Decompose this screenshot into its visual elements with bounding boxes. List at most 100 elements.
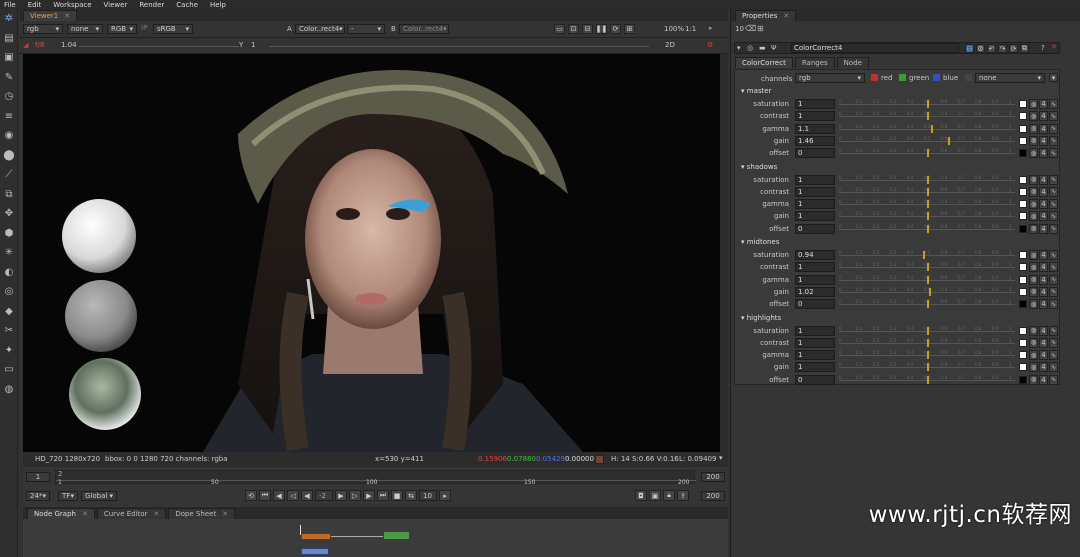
- channel-count-button[interactable]: 4: [1039, 186, 1048, 197]
- prev-key-icon[interactable]: ◀: [273, 490, 285, 501]
- step-field[interactable]: 10: [419, 490, 437, 501]
- revert-icon[interactable]: ⟳: [1009, 44, 1018, 53]
- channel-count-button[interactable]: 4: [1039, 199, 1048, 210]
- color-swatch[interactable]: [1019, 275, 1027, 284]
- help-icon[interactable]: ?: [1041, 44, 1045, 52]
- channel-count-button[interactable]: 4: [1039, 148, 1048, 159]
- view-mode[interactable]: 2D: [665, 41, 675, 49]
- gamma-slider[interactable]: [269, 46, 649, 47]
- channel-icon[interactable]: ≡: [0, 107, 18, 127]
- channel-count-button[interactable]: 4: [1039, 337, 1048, 348]
- shadows-saturation-slider[interactable]: 00.10.20.30.40.50.60.70.80.91: [839, 175, 1015, 185]
- highlights-offset-field[interactable]: 0: [795, 374, 835, 385]
- lock-range-icon[interactable]: 🔒︎: [663, 490, 675, 501]
- slider-handle[interactable]: [927, 338, 929, 347]
- time-icon[interactable]: ◷: [0, 87, 18, 107]
- menu-render[interactable]: Render: [139, 1, 164, 9]
- play-back-icon[interactable]: ◀: [301, 490, 313, 501]
- color-wheel-icon[interactable]: ◍: [1029, 362, 1038, 373]
- tab-colorcorrect[interactable]: ColorCorrect: [735, 57, 793, 68]
- clip-icon[interactable]: ⊡: [568, 24, 579, 34]
- color-wheel-icon[interactable]: ◍: [1029, 186, 1038, 197]
- color-swatch[interactable]: [1019, 224, 1027, 233]
- channel-count-button[interactable]: 4: [1039, 123, 1048, 134]
- curve-icon[interactable]: ∿: [1049, 174, 1058, 185]
- color-wheel-icon[interactable]: ◍: [1029, 199, 1038, 210]
- close-icon[interactable]: ✕: [64, 12, 70, 20]
- hide-controls-icon[interactable]: ▸: [709, 24, 713, 32]
- master-offset-slider[interactable]: 00.10.20.30.40.50.60.70.80.91: [839, 148, 1015, 158]
- slider-handle[interactable]: [948, 136, 950, 145]
- channel-count-button[interactable]: 4: [1039, 374, 1048, 385]
- viewer-canvas[interactable]: [23, 54, 720, 452]
- master-offset-field[interactable]: 0: [795, 148, 835, 159]
- refresh-icon[interactable]: ⟳: [610, 24, 621, 34]
- slider-handle[interactable]: [927, 200, 929, 209]
- first-frame-icon[interactable]: ⏮: [259, 490, 271, 501]
- slider-handle[interactable]: [927, 375, 929, 384]
- curve-icon[interactable]: ∿: [1049, 148, 1058, 159]
- shadows-saturation-field[interactable]: 1: [795, 174, 835, 185]
- frame-end[interactable]: 200: [701, 472, 725, 482]
- shadows-gain-slider[interactable]: 00.10.20.30.40.50.60.70.80.91: [839, 211, 1015, 221]
- curve-icon[interactable]: ∿: [1049, 262, 1058, 273]
- toolsets-icon[interactable]: ✂: [0, 321, 18, 341]
- shadows-offset-slider[interactable]: 00.10.20.30.40.50.60.70.80.91: [839, 224, 1015, 234]
- midtones-contrast-field[interactable]: 1: [795, 262, 835, 273]
- goto-in-icon[interactable]: ⟲: [245, 490, 257, 501]
- flipbook-icon[interactable]: ▣: [649, 490, 661, 501]
- color-wheel-icon[interactable]: ◍: [1029, 123, 1038, 134]
- particles-icon[interactable]: ✳: [0, 243, 18, 263]
- color-swatch[interactable]: [1019, 100, 1027, 108]
- input-b-select[interactable]: Color..rect4 ▾: [399, 24, 449, 34]
- color-swatch[interactable]: [1019, 338, 1027, 347]
- gain-value[interactable]: 1.04: [61, 41, 77, 49]
- color-wheel-icon[interactable]: ◍: [1029, 111, 1038, 122]
- slider-handle[interactable]: [927, 212, 929, 221]
- viewer-tools-icon[interactable]: ▤: [0, 29, 18, 49]
- master-gamma-slider[interactable]: 0 0.1 0.2 0.3 0.4 0.5 0.6 0.7 0.8 0.9 1: [839, 124, 1015, 134]
- section-master[interactable]: ▾ master: [741, 87, 771, 95]
- highlights-saturation-slider[interactable]: 00.10.20.30.40.50.60.70.80.91: [839, 326, 1015, 336]
- wipe-select[interactable]: - ▾: [347, 24, 385, 34]
- prev-inc-icon[interactable]: ◁: [287, 490, 299, 501]
- clear-panel-icon[interactable]: ⌫: [745, 24, 756, 33]
- color-swatch[interactable]: [1019, 363, 1027, 372]
- midtones-gamma-slider[interactable]: 00.10.20.30.40.50.60.70.80.91: [839, 275, 1015, 285]
- mask-options-icon[interactable]: ▾: [1049, 73, 1058, 82]
- mask-select[interactable]: none ▾: [975, 73, 1045, 83]
- midtones-saturation-field[interactable]: 0.94: [795, 250, 835, 260]
- master-saturation-field[interactable]: 1: [795, 99, 835, 109]
- highlights-saturation-field[interactable]: 1: [795, 325, 835, 336]
- curve-icon[interactable]: ∿: [1049, 325, 1058, 336]
- slider-handle[interactable]: [927, 112, 929, 121]
- menu-viewer[interactable]: Viewer: [104, 1, 128, 9]
- master-contrast-slider[interactable]: 00.10.20.30.40.50.60.70.80.91: [839, 111, 1015, 121]
- expand-icon[interactable]: ⊞: [757, 24, 764, 33]
- tab-dope-sheet[interactable]: Dope Sheet ✕: [168, 508, 236, 519]
- range-select[interactable]: Global ▾: [81, 491, 117, 501]
- curve-icon[interactable]: ∿: [1049, 299, 1058, 310]
- merge-icon[interactable]: ⧉: [0, 185, 18, 205]
- channel-count-button[interactable]: 4: [1039, 350, 1048, 361]
- slider-handle[interactable]: [929, 287, 931, 296]
- node-color-icon[interactable]: Ψ: [771, 44, 777, 52]
- highlights-gain-field[interactable]: 1: [795, 362, 835, 373]
- fps-select[interactable]: 24* ▾: [26, 491, 50, 501]
- curve-icon[interactable]: ∿: [1049, 337, 1058, 348]
- section-shadows[interactable]: ▾ shadows: [741, 163, 777, 171]
- fstop-icon[interactable]: ◢: [23, 41, 28, 49]
- other-icon[interactable]: ✦: [0, 341, 18, 361]
- highlights-contrast-field[interactable]: 1: [795, 337, 835, 348]
- tf-select[interactable]: TF ▾: [58, 491, 78, 501]
- color-swatch[interactable]: [1019, 136, 1027, 145]
- viewer-link-icon[interactable]: ⚇: [965, 44, 974, 53]
- menu-workspace[interactable]: Workspace: [53, 1, 91, 9]
- slider-handle[interactable]: [927, 175, 929, 184]
- colorspace-select[interactable]: RGB ▾: [107, 24, 137, 34]
- node-graph-panel[interactable]: Node Graph ✕ Curve Editor ✕ Dope Sheet ✕: [23, 507, 728, 557]
- props-count[interactable]: 10: [735, 25, 744, 33]
- master-gamma-field[interactable]: 1.1: [795, 123, 835, 134]
- color-swatch[interactable]: [1019, 200, 1027, 209]
- color-wheel-icon[interactable]: ◍: [1029, 299, 1038, 310]
